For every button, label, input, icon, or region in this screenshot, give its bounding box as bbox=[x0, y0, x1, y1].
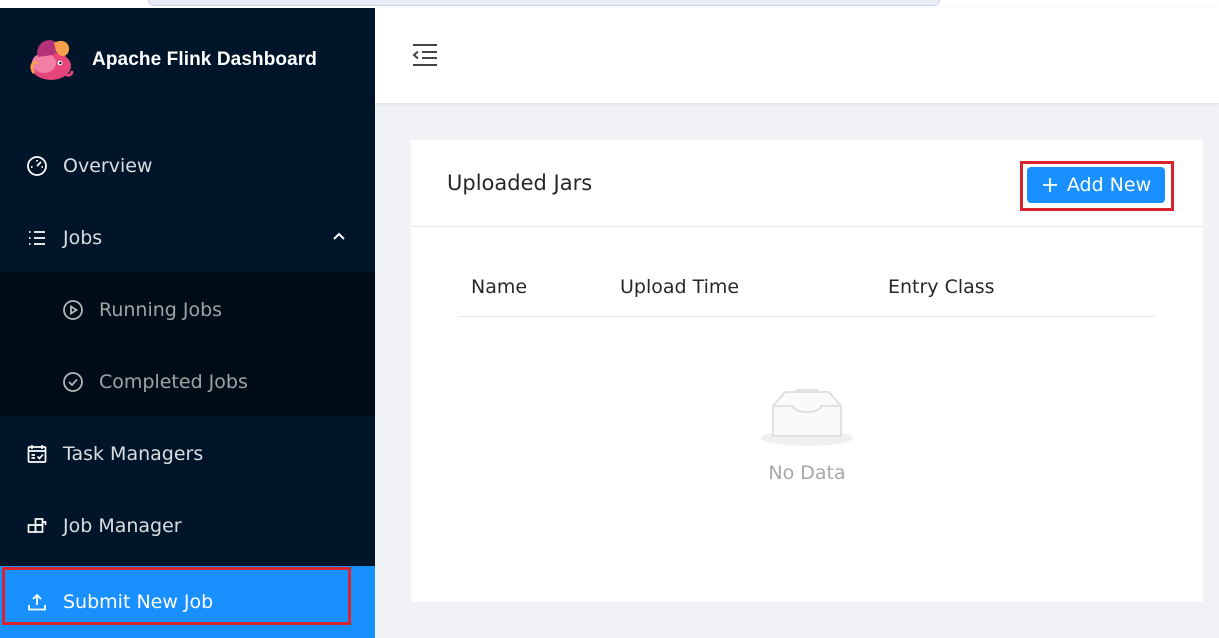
column-header-entry-class[interactable]: Entry Class bbox=[888, 276, 995, 298]
browser-top-strip bbox=[0, 0, 1219, 8]
flink-squirrel-logo bbox=[30, 39, 74, 80]
dashboard-icon bbox=[25, 154, 49, 178]
check-circle-icon bbox=[61, 370, 85, 394]
column-header-name[interactable]: Name bbox=[471, 276, 527, 298]
top-header bbox=[375, 8, 1219, 103]
sidebar-item-jobs[interactable]: Jobs bbox=[0, 202, 375, 274]
sidebar-item-label: Completed Jobs bbox=[99, 371, 248, 393]
empty-state: No Data bbox=[411, 384, 1203, 484]
sidebar-item-label: Jobs bbox=[63, 227, 103, 249]
table-header: Name Upload Time Entry Class bbox=[458, 258, 1155, 317]
sidebar: Apache Flink Dashboard Overview Jobs Run… bbox=[0, 8, 375, 638]
card-title: Uploaded Jars bbox=[447, 171, 593, 195]
highlight-box-add-new bbox=[1020, 161, 1174, 211]
sidebar-item-label: Running Jobs bbox=[99, 299, 223, 321]
schedule-icon bbox=[25, 442, 49, 466]
app-title: Apache Flink Dashboard bbox=[92, 49, 317, 70]
sidebar-item-running-jobs[interactable]: Running Jobs bbox=[0, 274, 375, 346]
browser-address-bar-edge bbox=[148, 0, 940, 6]
list-icon bbox=[25, 226, 49, 250]
sidebar-item-label: Task Managers bbox=[63, 443, 204, 465]
play-circle-icon bbox=[61, 298, 85, 322]
sidebar-item-completed-jobs[interactable]: Completed Jobs bbox=[0, 346, 375, 418]
card-header: Uploaded Jars Add New bbox=[411, 140, 1203, 227]
menu-fold-icon[interactable] bbox=[411, 42, 439, 68]
column-header-upload-time[interactable]: Upload Time bbox=[620, 276, 739, 298]
empty-text: No Data bbox=[768, 462, 846, 484]
chevron-up-icon[interactable] bbox=[331, 228, 347, 244]
empty-inbox-icon bbox=[761, 389, 853, 446]
brand[interactable]: Apache Flink Dashboard bbox=[24, 28, 317, 92]
uploaded-jars-card: Uploaded Jars Add New Name Upload Time E… bbox=[411, 140, 1203, 602]
build-icon bbox=[25, 514, 49, 538]
highlight-box-submit-new-job bbox=[2, 567, 351, 625]
sidebar-item-label: Job Manager bbox=[63, 515, 182, 537]
sidebar-item-overview[interactable]: Overview bbox=[0, 130, 375, 202]
sidebar-item-label: Overview bbox=[63, 155, 153, 177]
sidebar-item-task-managers[interactable]: Task Managers bbox=[0, 418, 375, 490]
sidebar-item-job-manager[interactable]: Job Manager bbox=[0, 490, 375, 562]
